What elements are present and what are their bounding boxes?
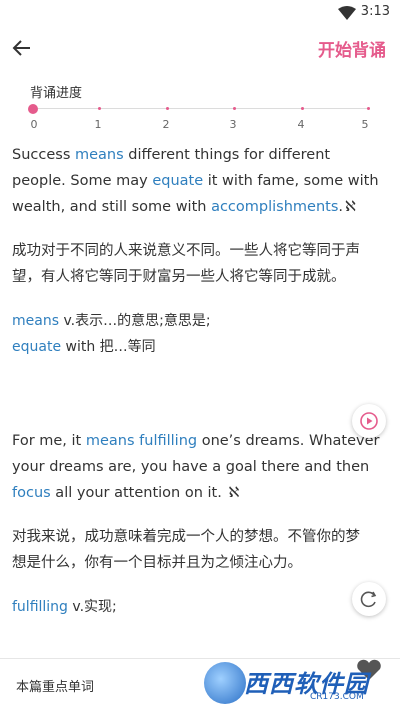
keyword-accomplishments[interactable]: accomplishments [211, 199, 338, 215]
keyword-means[interactable]: means [86, 433, 135, 449]
vocab-word[interactable]: equate [12, 339, 61, 355]
progress-tick: 1 [94, 118, 102, 131]
status-time: 3:13 [360, 4, 390, 19]
vocab-word[interactable]: fulfilling [12, 599, 68, 615]
keyword-equate[interactable]: equate [152, 173, 203, 189]
chinese-translation: 对我来说，成功意味着完成一个人的梦想。不管你的梦想是什么，你有一个目标并且为之倾… [12, 529, 360, 571]
watermark-logo-icon [204, 662, 246, 704]
play-icon [360, 412, 378, 430]
status-bar: 3:13 [0, 0, 400, 24]
english-paragraph: For me, it means fulfilling one’s dreams… [12, 428, 388, 506]
recite-progress: 背诵进度 0 1 2 3 4 5 [0, 78, 400, 138]
play-audio-button[interactable] [352, 404, 386, 438]
vocab-list: means v.表示…的意思;意思是; equate with 把…等同 [12, 308, 388, 360]
article-content: Success means different things for diffe… [12, 142, 388, 620]
vocab-list: fulfilling v.实现; [12, 594, 388, 620]
progress-title: 背诵进度 [30, 86, 83, 101]
progress-current-node[interactable] [28, 104, 38, 114]
app-bar: 开始背诵 [0, 24, 400, 72]
translate-toggle-icon[interactable]: ℵ [345, 199, 356, 215]
vocab-item: fulfilling v.实现; [12, 594, 388, 620]
progress-tick: 4 [297, 118, 305, 131]
wifi-icon [338, 5, 356, 24]
progress-tick: 3 [229, 118, 237, 131]
vocab-definition: with 把…等同 [61, 339, 156, 355]
progress-track[interactable] [32, 108, 368, 109]
progress-node [301, 107, 304, 110]
progress-node [166, 107, 169, 110]
vocab-item: equate with 把…等同 [12, 334, 388, 360]
start-recite-button[interactable]: 开始背诵 [318, 36, 386, 61]
text-segment: For me, it [12, 433, 86, 449]
vocab-item: means v.表示…的意思;意思是; [12, 308, 388, 334]
back-arrow-icon[interactable] [10, 36, 34, 60]
chinese-translation: 成功对于不同的人来说意义不同。一些人将它等同于声望，有人将它等同于财富另一些人将… [12, 243, 360, 285]
english-paragraph: Success means different things for diffe… [12, 142, 388, 220]
progress-tick: 2 [162, 118, 170, 131]
progress-node [367, 107, 370, 110]
progress-node [98, 107, 101, 110]
progress-tick: 0 [30, 118, 38, 131]
progress-node [233, 107, 236, 110]
watermark-subtext: CR173.COM [310, 692, 364, 702]
vocab-definition: v.实现; [67, 599, 117, 615]
keyword-means[interactable]: means [75, 147, 124, 163]
text-segment: all your attention on it. [50, 485, 227, 501]
text-segment: . [338, 199, 343, 215]
keyword-fulfilling[interactable]: fulfilling [139, 433, 197, 449]
translate-toggle-icon[interactable]: ℵ [228, 485, 239, 501]
keyword-focus[interactable]: focus [12, 485, 51, 501]
progress-tick: 5 [361, 118, 369, 131]
text-segment: Success [12, 147, 75, 163]
vocab-word[interactable]: means [12, 313, 59, 329]
repeat-icon [360, 591, 377, 608]
site-watermark: 西西软件园 CR173.COM [204, 660, 400, 706]
key-words-button[interactable]: 本篇重点单词 [16, 676, 94, 695]
vocab-definition: v.表示…的意思;意思是; [59, 313, 211, 329]
repeat-button[interactable] [352, 582, 386, 616]
